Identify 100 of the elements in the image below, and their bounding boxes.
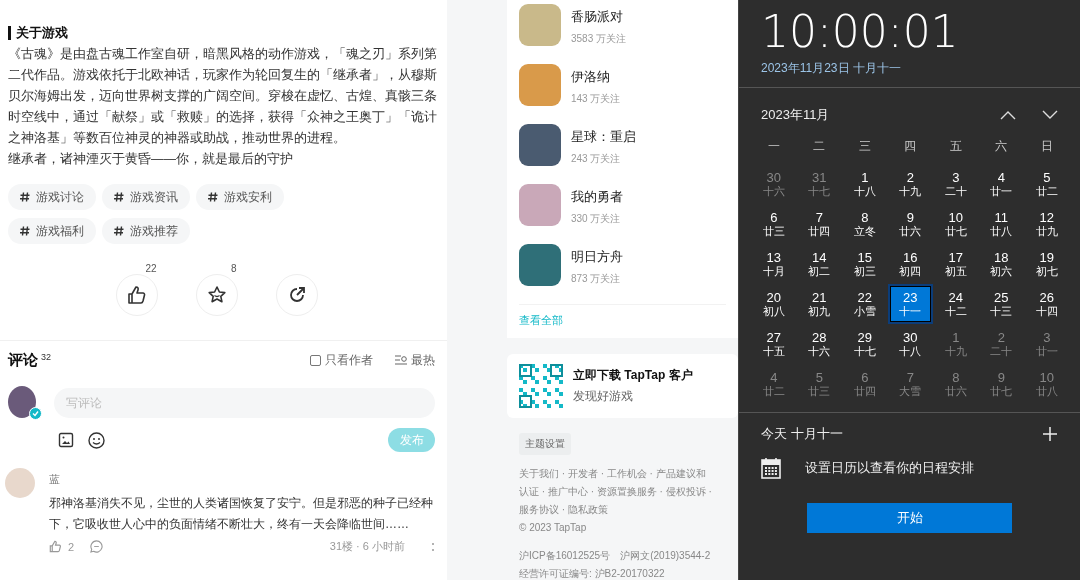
hash-icon	[208, 192, 218, 202]
footer-links[interactable]: 关于我们 · 开发者 · 工作机会 · 产品建议和	[519, 465, 726, 483]
calendar-day[interactable]: 18 初六	[978, 244, 1024, 284]
sort-button[interactable]: 最热	[395, 352, 435, 369]
calendar-day[interactable]: 5 廿二	[1024, 164, 1070, 204]
theme-settings-button[interactable]: 主题设置	[519, 433, 571, 455]
weekday-label: 一	[766, 138, 781, 155]
share-button[interactable]	[275, 274, 318, 316]
like-count: 2	[68, 540, 75, 553]
thumbs-up-icon[interactable]	[49, 540, 62, 553]
calendar-day[interactable]: 7 大雪	[887, 364, 933, 404]
footer-links[interactable]: 服务协议 · 隐私政策	[519, 501, 726, 519]
calendar-day[interactable]: 8 立冬	[842, 204, 888, 244]
add-event-button[interactable]	[1042, 426, 1058, 442]
hash-icon	[114, 192, 124, 202]
tag-chip[interactable]: 游戏资讯	[102, 184, 190, 210]
game-icon-placeholder	[519, 244, 561, 286]
calendar-day[interactable]: 17 初五	[933, 244, 979, 284]
only-author-checkbox[interactable]: 只看作者	[310, 352, 373, 369]
follower-count: 143 万关注	[571, 92, 621, 106]
calendar-day[interactable]: 31 十七	[796, 164, 842, 204]
calendar-day[interactable]: 22 小雪	[842, 284, 888, 324]
calendar-day[interactable]: 26 十四	[1024, 284, 1070, 324]
avatar-placeholder	[8, 386, 36, 418]
calendar-day[interactable]: 28 十六	[796, 324, 842, 364]
calendar-day[interactable]: 19 初七	[1024, 244, 1070, 284]
calendar-day[interactable]: 16 初四	[887, 244, 933, 284]
calendar-day[interactable]: 4 廿一	[978, 164, 1024, 204]
game-icon-placeholder	[519, 184, 561, 226]
calendar-day[interactable]: 9 廿六	[887, 204, 933, 244]
calendar-day[interactable]: 14 初二	[796, 244, 842, 284]
calendar-day[interactable]: 13 十月	[751, 244, 797, 284]
follower-count: 330 万关注	[571, 212, 622, 226]
calendar-day[interactable]: 10 廿七	[933, 204, 979, 244]
previous-month-button[interactable]	[1000, 110, 1016, 120]
avatar-placeholder	[5, 468, 35, 498]
calendar-day[interactable]: 3 二十	[933, 164, 979, 204]
calendar-day[interactable]: 30 十六	[751, 164, 797, 204]
comment-text: 邪神洛基消失不见，尘世的人类诸国恢复了安宁。但是邪恶的种子已经种下，它吸收世人心中的负面情绪不断壮大，终有一天会降临世间……	[49, 495, 434, 533]
license-number: 沪网文(2019)3544-2	[620, 549, 711, 563]
calendar-day[interactable]: 6 廿三	[751, 204, 797, 244]
game-name[interactable]: 我的勇者	[571, 188, 623, 206]
clock-time: 10:00:01	[761, 6, 960, 58]
thumbs-up-icon	[126, 285, 147, 305]
weekday-label: 日	[1039, 138, 1054, 155]
game-name[interactable]: 香肠派对	[571, 8, 627, 26]
comments-title: 评论	[8, 351, 38, 370]
comment-author: 蓝	[49, 472, 61, 487]
calendar-day[interactable]: 9 廿七	[978, 364, 1024, 404]
game-description: 继承者，诸神湮灭于黄昏——你，就是最后的守护	[8, 151, 294, 168]
game-icon-placeholder	[519, 4, 561, 46]
calendar-day[interactable]: 21 初九	[796, 284, 842, 324]
calendar-day[interactable]: 1 十八	[842, 164, 888, 204]
calendar-day[interactable]: 2 二十	[978, 324, 1024, 364]
game-description: 《古魂》是由盘古魂工作室自研，暗黑风格的动作游戏，「魂之刃」系列第二代作品。游戏依托于北欧神话，玩家作为轮回复生的「继承者」，从穆斯贝尔海姆出发，迈向世界树支撑的广阔空间。穿梭在虚忆、古煌、真骸三条时空线中，通过「献祭」或「救赎」的选择，获得「众神之王奥丁」「诡计之神洛基」等数百位神灵的神器或助战，推动世界的进程。	[8, 46, 438, 147]
sort-icon	[395, 355, 407, 366]
footer-links[interactable]: 认证 · 推广中心 · 资源置换服务 · 侵权投诉 ·	[519, 483, 726, 501]
calendar-day[interactable]: 3 廿一	[1024, 324, 1070, 364]
calendar-day[interactable]: 20 初八	[751, 284, 797, 324]
month-title[interactable]: 2023年11月	[761, 106, 974, 124]
game-name[interactable]: 伊洛纳	[571, 68, 621, 86]
calendar-day[interactable]: 11 廿八	[978, 204, 1024, 244]
tag-chip[interactable]: 游戏讨论	[8, 184, 96, 210]
tag-chip[interactable]: 游戏推荐	[102, 218, 190, 244]
calendar-day[interactable]: 12 廿九	[1024, 204, 1070, 244]
next-month-button[interactable]	[1042, 110, 1058, 120]
image-icon[interactable]	[58, 432, 74, 448]
calendar-day[interactable]: 15 初三	[842, 244, 888, 284]
calendar-icon	[761, 457, 781, 479]
calendar-day[interactable]: 30 十八	[887, 324, 933, 364]
calendar-day[interactable]: 6 廿四	[842, 364, 888, 404]
game-icon-placeholder	[519, 64, 561, 106]
calendar-day[interactable]: 23 十一	[887, 284, 933, 324]
weekday-label: 五	[948, 138, 963, 155]
weekday-label: 六	[994, 138, 1009, 155]
calendar-day[interactable]: 7 廿四	[796, 204, 842, 244]
tag-chip[interactable]: 游戏安利	[196, 184, 284, 210]
calendar-day[interactable]: 1 十九	[933, 324, 979, 364]
qr-code-icon	[519, 364, 563, 408]
license-number: 经营许可证编号: 沪B2-20170322	[519, 567, 666, 580]
calendar-day[interactable]: 8 廿六	[933, 364, 979, 404]
calendar-day[interactable]: 27 十五	[751, 324, 797, 364]
comment-icon[interactable]	[90, 540, 104, 553]
calendar-day[interactable]: 25 十三	[978, 284, 1024, 324]
calendar-day[interactable]: 2 十九	[887, 164, 933, 204]
calendar-day[interactable]: 10 廿八	[1024, 364, 1070, 404]
copyright-text: © 2023 TapTap	[519, 521, 588, 535]
start-button[interactable]: 开始	[807, 503, 1012, 533]
section-heading: 关于游戏	[8, 26, 439, 40]
calendar-day[interactable]: 29 十七	[842, 324, 888, 364]
weekday-label: 四	[903, 138, 918, 155]
calendar-day[interactable]: 4 廿二	[751, 364, 797, 404]
follower-count: 873 万关注	[571, 272, 622, 286]
game-name[interactable]: 星球：重启	[571, 128, 636, 146]
agenda-message: 设置日历以查看你的日程安排	[805, 459, 974, 477]
full-date[interactable]: 2023年11月23日 十月十一	[761, 60, 1058, 77]
tag-chip[interactable]: 游戏福利	[8, 218, 96, 244]
emoji-icon[interactable]	[88, 431, 105, 449]
game-name[interactable]: 明日方舟	[571, 248, 623, 266]
calendar-day[interactable]: 24 十二	[933, 284, 979, 324]
